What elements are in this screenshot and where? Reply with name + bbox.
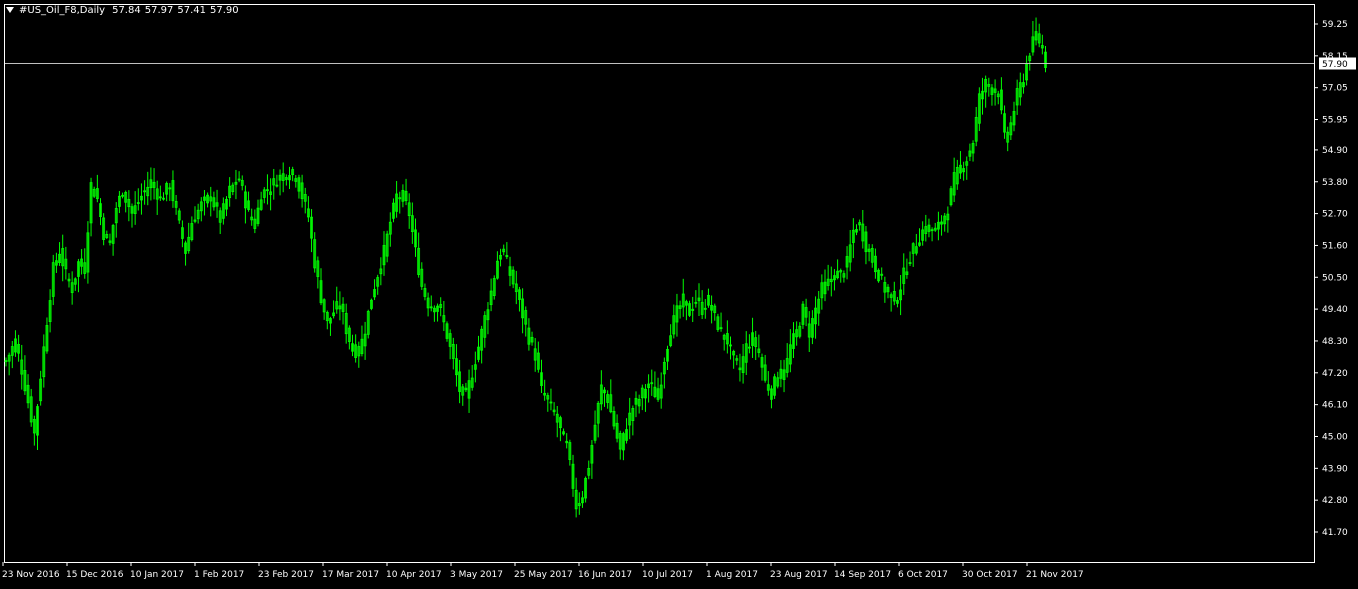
y-tick-label: 45.00 bbox=[1322, 432, 1348, 442]
x-tick-label: 10 Jul 2017 bbox=[642, 570, 693, 580]
price-axis: 59.2558.1557.0555.9554.9053.8052.7051.60… bbox=[1314, 20, 1348, 538]
x-tick-label: 16 Jun 2017 bbox=[578, 570, 632, 580]
y-tick-label: 51.60 bbox=[1322, 241, 1348, 251]
y-tick-label: 49.40 bbox=[1322, 305, 1348, 315]
x-tick-label: 10 Jan 2017 bbox=[130, 570, 184, 580]
chart-header: #US_Oil_F8,Daily 57.84 57.97 57.41 57.90 bbox=[6, 3, 243, 17]
x-tick-label: 30 Oct 2017 bbox=[962, 570, 1018, 580]
chart-area: 59.25 58.15 57.05 55.95 54.90 53.80 52.70 51.60… bbox=[0, 0, 1358, 585]
x-tick-label: 6 Oct 2017 bbox=[898, 570, 948, 580]
y-tick-label: 50.50 bbox=[1322, 273, 1348, 283]
x-tick-label: 17 Mar 2017 bbox=[322, 570, 379, 580]
x-tick-label: 23 Feb 2017 bbox=[258, 570, 314, 580]
y-tick-label: 48.30 bbox=[1322, 337, 1348, 347]
price-chart: 59.2558.1557.0555.9554.9053.8052.7051.60… bbox=[2, 4, 1356, 580]
y-tick-label: 59.25 bbox=[1322, 20, 1348, 30]
x-tick-label: 23 Nov 2016 bbox=[2, 570, 60, 580]
x-tick-label: 1 Aug 2017 bbox=[706, 570, 758, 580]
y-tick-label: 52.70 bbox=[1322, 210, 1348, 220]
x-tick-label: 14 Sep 2017 bbox=[834, 570, 891, 580]
low-value: 57.41 bbox=[177, 4, 206, 16]
x-tick-label: 1 Feb 2017 bbox=[194, 570, 244, 580]
y-tick-label: 53.80 bbox=[1322, 178, 1348, 188]
y-tick-label: 41.70 bbox=[1322, 528, 1348, 538]
bid-line-group: 57.90 bbox=[5, 57, 1356, 70]
y-tick-label: 46.10 bbox=[1322, 401, 1348, 411]
symbol-label: #US_Oil_F8,Daily bbox=[19, 4, 106, 16]
x-tick-label: 10 Apr 2017 bbox=[386, 570, 442, 580]
x-tick-label: 21 Nov 2017 bbox=[1026, 570, 1084, 580]
candles-group bbox=[4, 17, 1047, 518]
y-tick-label: 47.20 bbox=[1322, 369, 1348, 379]
high-value: 57.97 bbox=[144, 4, 174, 16]
chart-frame bbox=[4, 4, 1315, 563]
open-value: 57.84 bbox=[112, 4, 141, 16]
y-tick-label: 55.95 bbox=[1322, 116, 1348, 126]
y-tick-label: 54.90 bbox=[1322, 146, 1348, 156]
y-tick-label: 42.80 bbox=[1322, 496, 1348, 506]
dropdown-triangle-icon[interactable] bbox=[6, 7, 14, 13]
x-tick-label: 3 May 2017 bbox=[450, 570, 503, 580]
current-price-label: 57.90 bbox=[1322, 60, 1348, 70]
y-tick-label: 57.05 bbox=[1322, 84, 1348, 94]
time-axis: 23 Nov 2016 15 Dec 2016 10 Jan 2017 1 Feb 2… bbox=[2, 562, 1084, 580]
x-tick-label: 23 Aug 2017 bbox=[770, 570, 828, 580]
y-tick-label: 43.90 bbox=[1322, 464, 1348, 474]
x-tick-label: 25 May 2017 bbox=[514, 570, 573, 580]
x-tick-label: 15 Dec 2016 bbox=[66, 570, 124, 580]
close-value: 57.90 bbox=[210, 4, 239, 16]
